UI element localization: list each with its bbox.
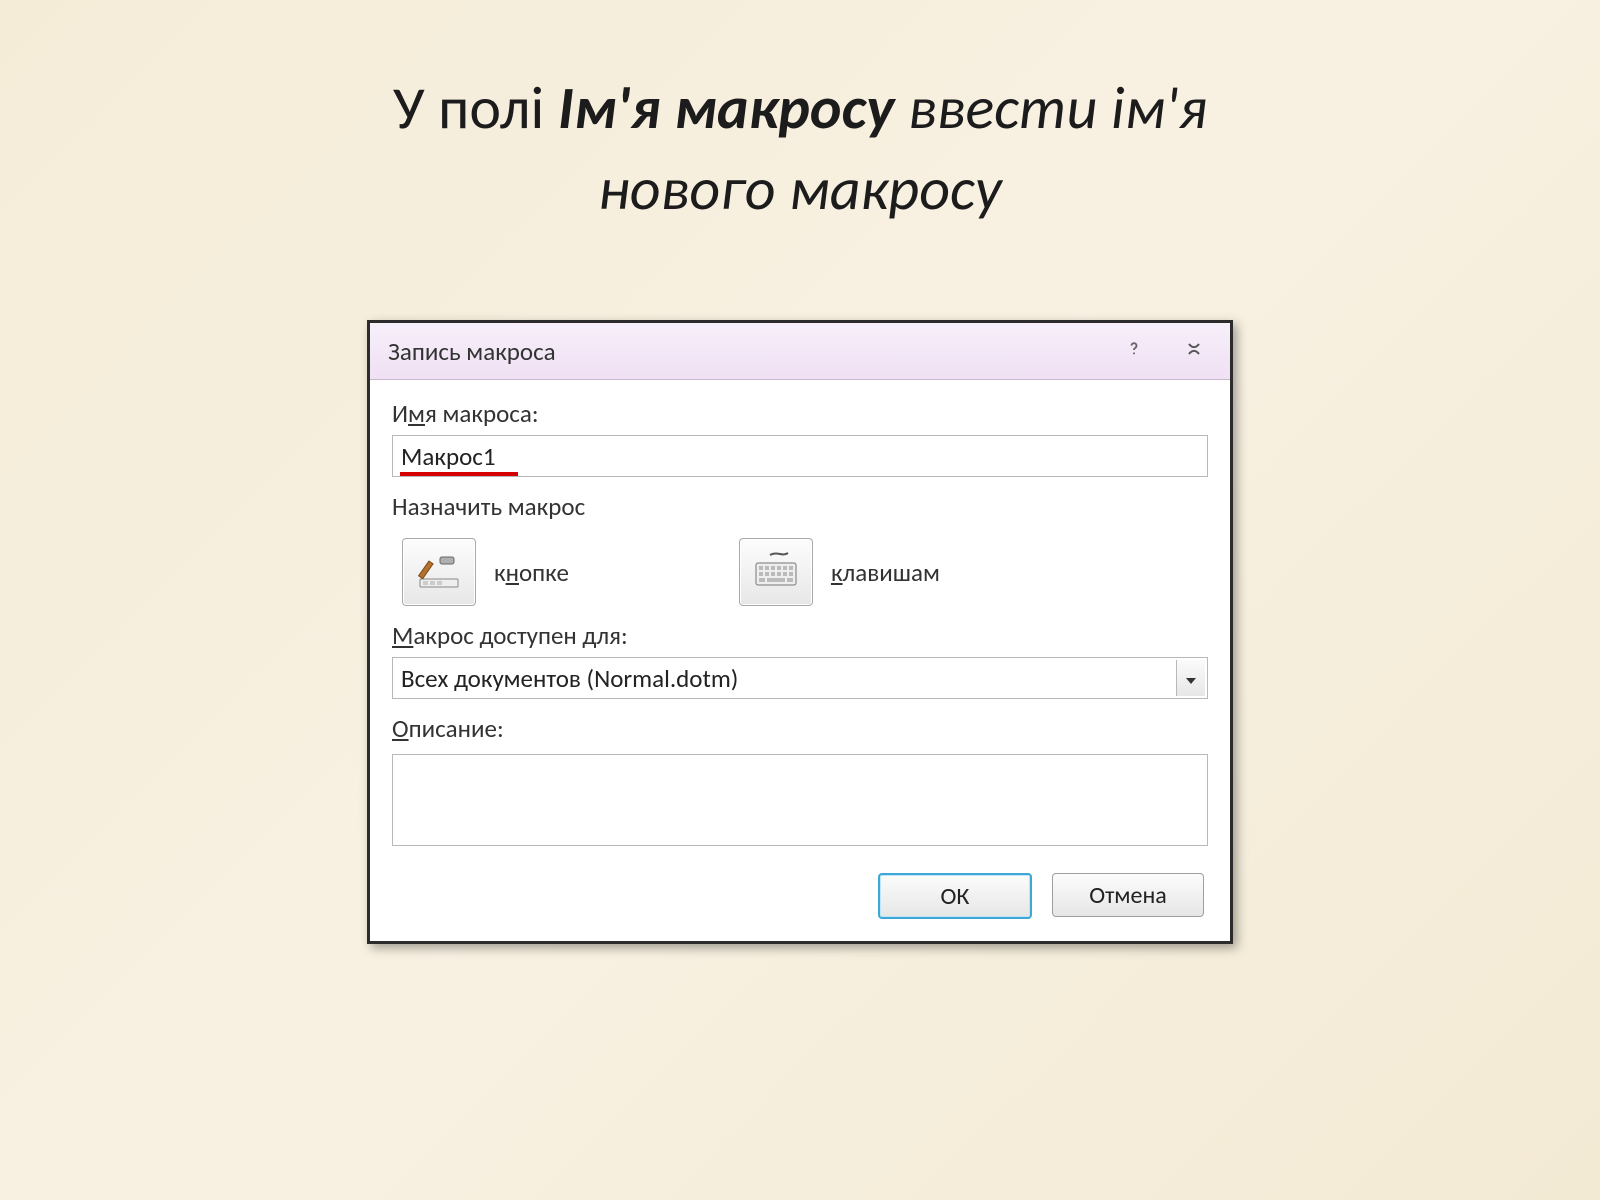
assign-to-button[interactable]: кнопке — [402, 538, 569, 606]
assign-keyboard-label: клавишам — [831, 557, 940, 588]
macro-available-select[interactable]: Всех документов (Normal.dotm) — [392, 657, 1208, 699]
assign-button-label: кнопке — [494, 557, 569, 588]
slide-heading: У полі Ім'я макросу ввести ім'я нового м… — [0, 68, 1600, 230]
macro-name-input[interactable] — [392, 435, 1208, 477]
assign-to-keyboard[interactable]: клавишам — [739, 538, 940, 606]
macro-available-label: Макрос доступен для: — [392, 620, 1208, 651]
dropdown-arrow[interactable] — [1176, 660, 1205, 696]
keyboard-icon-button[interactable] — [739, 538, 813, 606]
ok-button[interactable]: ОК — [878, 873, 1032, 919]
heading-prefix: У полі — [393, 72, 558, 145]
cancel-button[interactable]: Отмена — [1052, 873, 1204, 917]
titlebar-controls — [1102, 333, 1222, 369]
help-icon — [1124, 339, 1144, 364]
macro-name-label: Имя макроса: — [392, 398, 1208, 429]
heading-field-name: Ім'я макросу — [558, 72, 895, 145]
dialog-title: Запись макроса — [388, 336, 556, 367]
select-value: Всех документов (Normal.dotm) — [401, 663, 738, 694]
record-macro-dialog: Запись макроса Имя макроса: — [367, 320, 1233, 944]
dialog-footer: ОК Отмена — [392, 873, 1208, 919]
close-button[interactable] — [1166, 333, 1222, 369]
assign-options: кнопке — [392, 532, 1208, 620]
heading-line2: нового макросу — [0, 149, 1600, 230]
hammer-icon — [416, 549, 462, 596]
assign-macro-label: Назначить макрос — [392, 491, 1208, 522]
chevron-down-icon — [1185, 663, 1197, 694]
dialog-body: Имя макроса: Назначить макрос — [370, 380, 1230, 941]
help-button[interactable] — [1106, 333, 1162, 369]
keyboard-icon — [752, 549, 800, 596]
dialog-titlebar: Запись макроса — [370, 323, 1230, 380]
description-input[interactable] — [392, 754, 1208, 846]
button-icon-button[interactable] — [402, 538, 476, 606]
description-label: Описание: — [392, 713, 1208, 744]
heading-suffix1: ввести ім'я — [894, 72, 1207, 145]
close-icon — [1184, 339, 1204, 364]
